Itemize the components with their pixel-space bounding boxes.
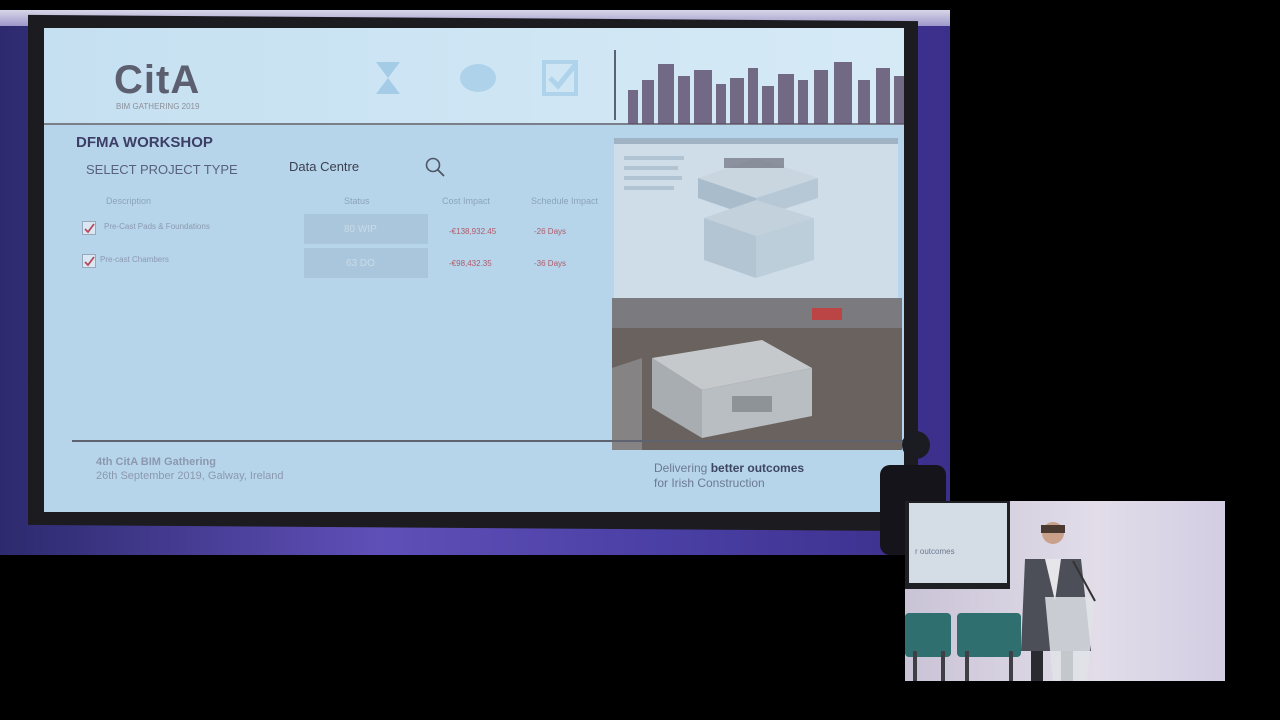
checkmark-icon: [84, 223, 95, 234]
column-header-schedule: Schedule Impact: [531, 196, 599, 206]
coins-icon: [460, 64, 496, 92]
row-schedule-impact: -36 Days: [534, 259, 567, 268]
row-checkbox[interactable]: [82, 221, 96, 235]
row-description: Pre-cast Chambers: [100, 255, 169, 264]
row-cost-impact: -€138,932.45: [449, 227, 497, 236]
footer-divider: [72, 440, 904, 442]
stage-scene-graphic: [905, 522, 1096, 681]
logo-subtitle: BIM GATHERING 2019: [116, 102, 200, 111]
people-skyline-graphic: [628, 62, 904, 124]
cita-logo: CitA: [114, 58, 201, 102]
search-icon[interactable]: [424, 156, 446, 178]
select-project-label: SELECT PROJECT TYPE: [86, 162, 238, 177]
column-header-description: Description: [106, 196, 152, 206]
tagline-line1: Delivering better outcomes: [654, 461, 804, 475]
row-checkbox[interactable]: [82, 254, 96, 268]
slide-header: CitA BIM GATHERING 2019: [44, 28, 904, 125]
site-photo-image: [612, 298, 902, 450]
tagline-bold: better outcomes: [710, 461, 805, 475]
row-status: 63 DO: [346, 258, 375, 269]
precast-diagram-image: [614, 138, 898, 298]
speaker-camera-inset: r outcomes: [905, 501, 1225, 681]
tagline-line2: for Irish Construction: [654, 476, 765, 490]
event-title: 4th CitA BIM Gathering: [96, 456, 216, 468]
row-schedule-impact: -26 Days: [534, 227, 567, 236]
checkbox-icon: [542, 60, 578, 96]
project-type-field[interactable]: Data Centre: [289, 159, 359, 174]
row-description: Pre-Cast Pads & Foundations: [104, 222, 210, 231]
tagline-pre: Delivering: [654, 461, 711, 475]
event-date: 26th September 2019, Galway, Ireland: [96, 470, 284, 482]
projected-slide: CitA BIM GATHERING 2019 DFMA WORKSHOP SE…: [44, 28, 904, 512]
row-status: 80 WIP: [344, 224, 377, 235]
checkmark-icon: [84, 256, 95, 267]
column-header-status: Status: [344, 196, 370, 206]
header-separator: [614, 50, 616, 120]
workshop-title: DFMA WORKSHOP: [76, 134, 213, 151]
row-cost-impact: -€98,432.35: [449, 259, 492, 268]
column-header-cost: Cost Impact: [442, 196, 491, 206]
hourglass-icon: [376, 62, 400, 94]
